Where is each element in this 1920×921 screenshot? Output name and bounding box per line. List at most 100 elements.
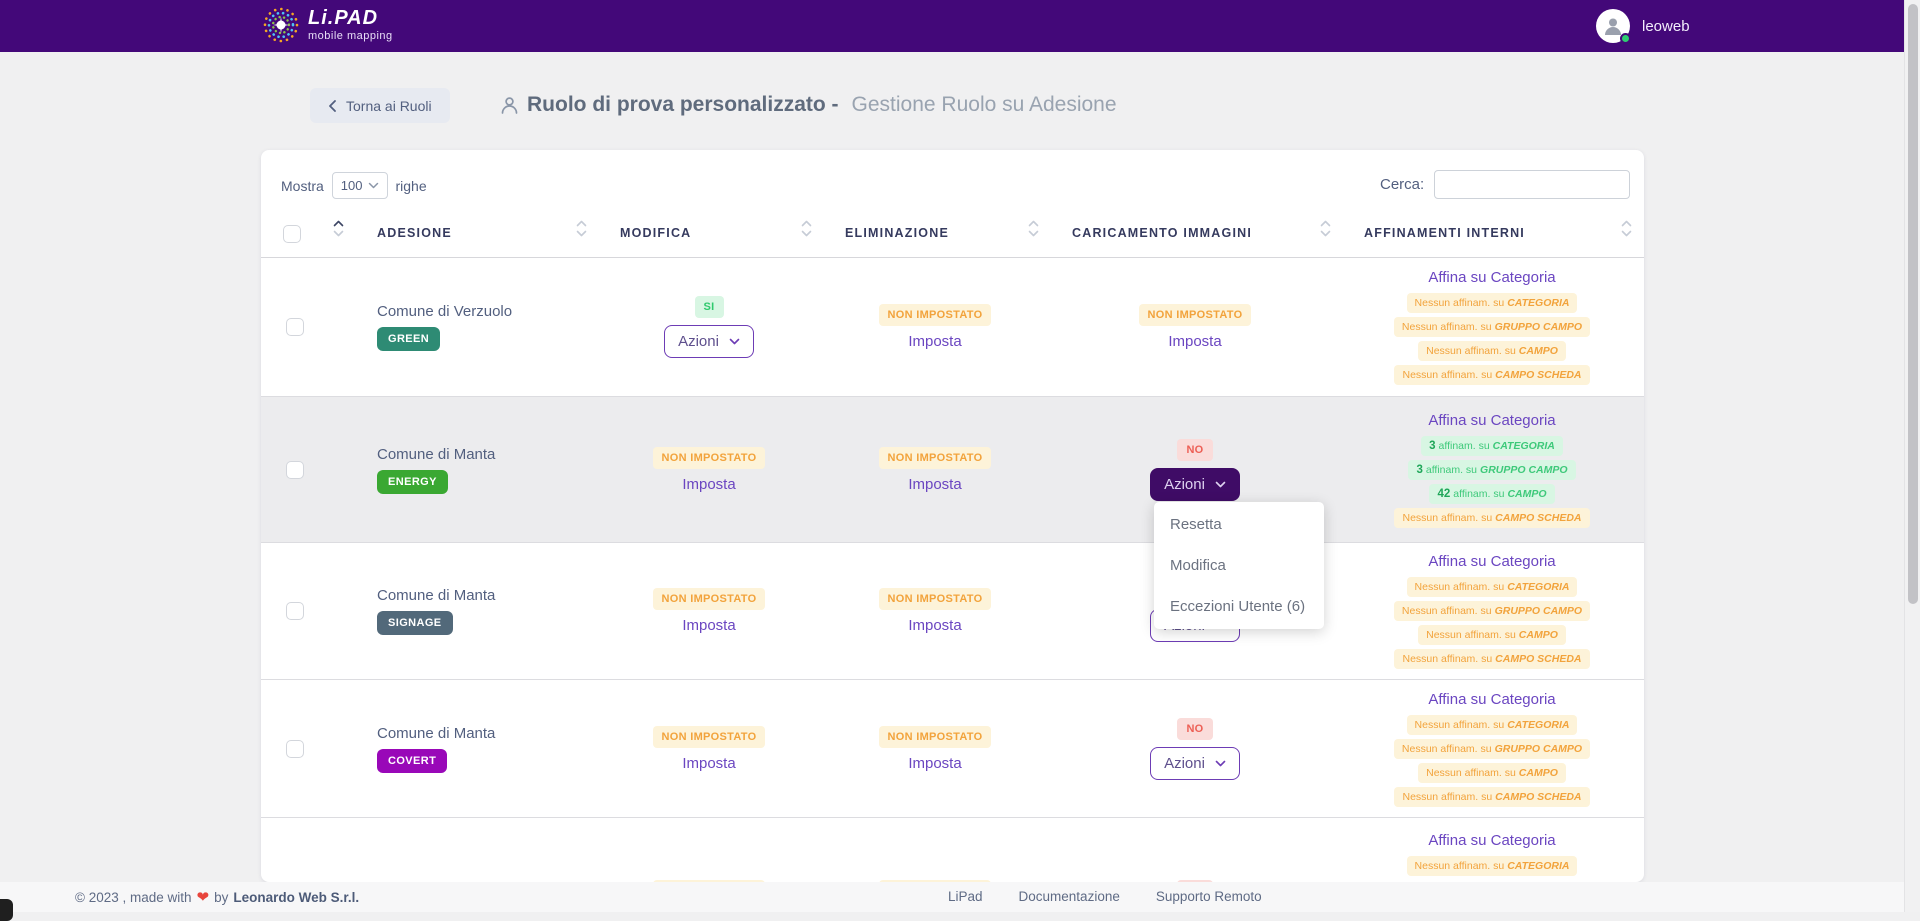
modifica-status-badge: NON IMPOSTATO [653,447,766,469]
menu-item-resetta[interactable]: Resetta [1154,504,1324,545]
affinamento-badge: Nessun affinam. suCATEGORIA [1407,715,1578,735]
affina-categoria-link[interactable]: Affina su Categoria [1428,412,1555,429]
row-checkbox[interactable] [286,602,304,620]
column-header-adesione[interactable]: ADESIONE [377,226,452,240]
imposta-link[interactable]: Imposta [908,333,961,350]
sort-desc-icon [1028,230,1039,237]
affinamento-badge: 3affinam. suCATEGORIA [1421,436,1563,456]
affina-categoria-link[interactable]: Affina su Categoria [1428,553,1555,570]
chevron-down-icon [729,338,740,345]
adesione-name: Comune di Manta [377,587,495,604]
column-header-caricamento[interactable]: CARICAMENTO IMMAGINI [1072,226,1252,240]
imposta-link[interactable]: Imposta [1168,333,1221,350]
footer: © 2023 , made with ❤ by Leonardo Web S.r… [0,882,1920,912]
sort-control-eliminazione[interactable] [801,220,812,237]
modifica-azioni-button[interactable]: Azioni [664,325,754,358]
column-header-affinamenti[interactable]: AFFINAMENTI INTERNI [1364,226,1525,240]
imposta-link[interactable]: Imposta [908,617,961,634]
eliminazione-status-badge: NON IMPOSTATO [879,588,992,610]
corner-widget[interactable] [0,899,13,921]
sort-desc-icon [1621,230,1632,237]
roles-table-card: Mostra 100 righe Cerca: ADESIONE MODIFIC… [261,150,1644,882]
scrollbar-thumb[interactable] [1908,4,1918,604]
scrollbar-track[interactable] [1904,0,1920,912]
sort-desc-icon [576,230,587,237]
user-menu[interactable]: leoweb [1596,9,1690,43]
app-logo[interactable]: Li.PAD mobile mapping [262,6,393,44]
affina-categoria-link[interactable]: Affina su Categoria [1428,269,1555,286]
adesione-tag: GREEN [377,327,440,351]
sort-control-caricamento[interactable] [1028,220,1039,237]
sort-asc-icon [1621,220,1632,227]
by-label: by [214,890,228,905]
table-row: Comune di Manta COVERT NON IMPOSTATO Imp… [261,680,1644,818]
affina-categoria-link[interactable]: Affina su Categoria [1428,691,1555,708]
chevron-down-icon [1215,760,1226,767]
affinamento-badge: 3affinam. suGRUPPO CAMPO [1408,460,1575,480]
affinamento-badge: Nessun affinam. suCATEGORIA [1407,293,1578,313]
column-header-modifica[interactable]: MODIFICA [620,226,691,240]
affinamento-badge: Nessun affinam. suCAMPO SCHEDA [1394,787,1589,807]
row-checkbox[interactable] [286,461,304,479]
sort-control-modifica[interactable] [576,220,587,237]
column-header-eliminazione[interactable]: ELIMINAZIONE [845,226,949,240]
affinamento-badge: Nessun affinam. suCAMPO SCHEDA [1394,649,1589,669]
sort-desc-icon [1320,230,1331,237]
sort-control-end[interactable] [1621,220,1632,237]
search-label: Cerca: [1380,176,1424,193]
affina-categoria-link[interactable]: Affina su Categoria [1428,832,1555,849]
affinamento-badge: Nessun affinam. suCAMPO [1418,625,1566,645]
back-to-roles-button[interactable]: Torna ai Ruoli [310,88,450,123]
caricamento-azioni-button-open[interactable]: Azioni [1150,468,1240,501]
logo-subtitle: mobile mapping [308,31,393,42]
adesione-tag: COVERT [377,749,447,773]
back-button-label: Torna ai Ruoli [346,98,432,114]
menu-item-eccezioni-utente[interactable]: Eccezioni Utente (6) [1154,586,1324,627]
adesione-name: Comune di Verzuolo [377,303,512,320]
sort-control-affinamenti[interactable] [1320,220,1331,237]
imposta-link[interactable]: Imposta [682,755,735,772]
affinamento-badge: 42affinam. suCAMPO [1429,484,1554,504]
row-checkbox[interactable] [286,318,304,336]
affinamento-badge: Nessun affinam. suCAMPO SCHEDA [1394,508,1589,528]
role-name: Ruolo di prova personalizzato - [527,93,839,117]
row-checkbox[interactable] [286,740,304,758]
modifica-status-badge: SI [695,296,724,318]
imposta-link[interactable]: Imposta [908,476,961,493]
sort-desc-icon [333,230,344,237]
sort-control-adesione[interactable] [333,220,344,237]
footer-link-lipad[interactable]: LiPad [948,889,983,904]
imposta-link[interactable]: Imposta [908,755,961,772]
footer-link-supporto-remoto[interactable]: Supporto Remoto [1156,889,1262,904]
logo-burst-icon [262,6,300,44]
eliminazione-status-badge: NON IMPOSTATO [879,304,992,326]
role-person-icon [500,96,519,115]
sort-asc-icon [801,220,812,227]
page-size-select[interactable]: 100 [332,172,388,199]
sort-asc-icon [576,220,587,227]
select-all-checkbox[interactable] [283,225,301,243]
caricamento-status-badge: NO [1177,718,1212,740]
adesione-name: Comune di Manta [377,446,495,463]
modifica-status-badge: NON IMPOSTATO [653,588,766,610]
username: leoweb [1642,18,1690,35]
search-input[interactable] [1434,170,1630,199]
affinamento-badge: Nessun affinam. suCATEGORIA [1407,856,1578,876]
imposta-link[interactable]: Imposta [682,617,735,634]
chevron-left-icon [328,100,336,112]
affinamento-badge: Nessun affinam. suGRUPPO CAMPO [1394,317,1590,337]
menu-item-modifica[interactable]: Modifica [1154,545,1324,586]
modifica-status-badge: NON IMPOSTATO [653,726,766,748]
affinamento-badge: Nessun affinam. suCATEGORIA [1407,577,1578,597]
sort-asc-icon [1028,220,1039,227]
footer-link-documentazione[interactable]: Documentazione [1019,889,1120,904]
rows-label: righe [396,178,427,194]
imposta-link[interactable]: Imposta [682,476,735,493]
caricamento-azioni-button[interactable]: Azioni [1150,747,1240,780]
sort-asc-icon [333,220,344,227]
caricamento-status-badge: NO [1177,439,1212,461]
adesione-tag: ENERGY [377,470,448,494]
affinamento-badge: Nessun affinam. suCAMPO [1418,341,1566,361]
affinamento-badge: Nessun affinam. suCAMPO SCHEDA [1394,365,1589,385]
copyright-text: © 2023 , made with [75,890,192,905]
